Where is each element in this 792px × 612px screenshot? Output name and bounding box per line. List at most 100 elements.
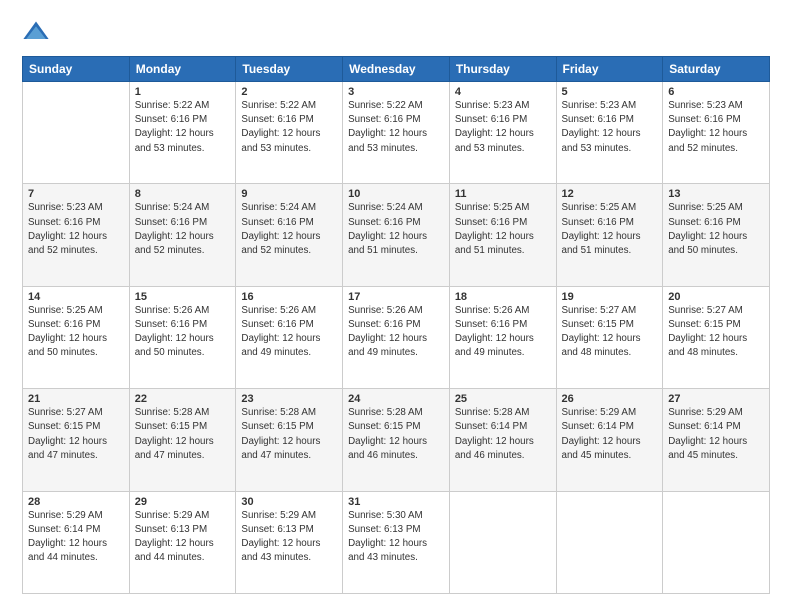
calendar-cell: 28Sunrise: 5:29 AM Sunset: 6:14 PM Dayli… (23, 491, 130, 593)
day-info: Sunrise: 5:24 AM Sunset: 6:16 PM Dayligh… (241, 201, 337, 258)
calendar-day-header: Tuesday (236, 57, 343, 82)
calendar-day-header: Wednesday (343, 57, 450, 82)
day-number: 5 (562, 86, 658, 98)
day-info: Sunrise: 5:27 AM Sunset: 6:15 PM Dayligh… (668, 304, 764, 361)
day-number: 13 (668, 188, 764, 200)
calendar-cell: 23Sunrise: 5:28 AM Sunset: 6:15 PM Dayli… (236, 389, 343, 491)
day-number: 11 (455, 188, 551, 200)
day-number: 22 (135, 393, 231, 405)
day-info: Sunrise: 5:25 AM Sunset: 6:16 PM Dayligh… (668, 201, 764, 258)
calendar-cell: 1Sunrise: 5:22 AM Sunset: 6:16 PM Daylig… (129, 82, 236, 184)
calendar-header-row: SundayMondayTuesdayWednesdayThursdayFrid… (23, 57, 770, 82)
day-info: Sunrise: 5:25 AM Sunset: 6:16 PM Dayligh… (28, 304, 124, 361)
calendar-cell: 16Sunrise: 5:26 AM Sunset: 6:16 PM Dayli… (236, 286, 343, 388)
page: SundayMondayTuesdayWednesdayThursdayFrid… (0, 0, 792, 612)
calendar-cell: 19Sunrise: 5:27 AM Sunset: 6:15 PM Dayli… (556, 286, 663, 388)
day-info: Sunrise: 5:29 AM Sunset: 6:14 PM Dayligh… (562, 406, 658, 463)
calendar-day-header: Thursday (449, 57, 556, 82)
calendar-cell: 21Sunrise: 5:27 AM Sunset: 6:15 PM Dayli… (23, 389, 130, 491)
calendar-cell: 17Sunrise: 5:26 AM Sunset: 6:16 PM Dayli… (343, 286, 450, 388)
calendar-cell: 13Sunrise: 5:25 AM Sunset: 6:16 PM Dayli… (663, 184, 770, 286)
calendar-cell: 11Sunrise: 5:25 AM Sunset: 6:16 PM Dayli… (449, 184, 556, 286)
calendar-cell: 25Sunrise: 5:28 AM Sunset: 6:14 PM Dayli… (449, 389, 556, 491)
day-info: Sunrise: 5:28 AM Sunset: 6:15 PM Dayligh… (135, 406, 231, 463)
day-info: Sunrise: 5:23 AM Sunset: 6:16 PM Dayligh… (668, 99, 764, 156)
day-number: 27 (668, 393, 764, 405)
calendar-cell (23, 82, 130, 184)
calendar-cell: 7Sunrise: 5:23 AM Sunset: 6:16 PM Daylig… (23, 184, 130, 286)
calendar-cell: 10Sunrise: 5:24 AM Sunset: 6:16 PM Dayli… (343, 184, 450, 286)
calendar-table: SundayMondayTuesdayWednesdayThursdayFrid… (22, 56, 770, 594)
day-info: Sunrise: 5:24 AM Sunset: 6:16 PM Dayligh… (348, 201, 444, 258)
day-info: Sunrise: 5:28 AM Sunset: 6:15 PM Dayligh… (348, 406, 444, 463)
day-number: 8 (135, 188, 231, 200)
day-number: 3 (348, 86, 444, 98)
day-number: 24 (348, 393, 444, 405)
day-info: Sunrise: 5:24 AM Sunset: 6:16 PM Dayligh… (135, 201, 231, 258)
day-number: 26 (562, 393, 658, 405)
calendar-cell: 14Sunrise: 5:25 AM Sunset: 6:16 PM Dayli… (23, 286, 130, 388)
calendar-week-row: 14Sunrise: 5:25 AM Sunset: 6:16 PM Dayli… (23, 286, 770, 388)
calendar-cell: 18Sunrise: 5:26 AM Sunset: 6:16 PM Dayli… (449, 286, 556, 388)
calendar-cell (663, 491, 770, 593)
day-number: 31 (348, 496, 444, 508)
day-number: 2 (241, 86, 337, 98)
day-number: 23 (241, 393, 337, 405)
calendar-week-row: 7Sunrise: 5:23 AM Sunset: 6:16 PM Daylig… (23, 184, 770, 286)
day-number: 30 (241, 496, 337, 508)
day-info: Sunrise: 5:29 AM Sunset: 6:13 PM Dayligh… (135, 509, 231, 566)
day-info: Sunrise: 5:22 AM Sunset: 6:16 PM Dayligh… (135, 99, 231, 156)
day-info: Sunrise: 5:22 AM Sunset: 6:16 PM Dayligh… (241, 99, 337, 156)
calendar-day-header: Friday (556, 57, 663, 82)
calendar-cell: 15Sunrise: 5:26 AM Sunset: 6:16 PM Dayli… (129, 286, 236, 388)
day-info: Sunrise: 5:27 AM Sunset: 6:15 PM Dayligh… (562, 304, 658, 361)
day-info: Sunrise: 5:28 AM Sunset: 6:15 PM Dayligh… (241, 406, 337, 463)
calendar-cell: 12Sunrise: 5:25 AM Sunset: 6:16 PM Dayli… (556, 184, 663, 286)
day-info: Sunrise: 5:29 AM Sunset: 6:14 PM Dayligh… (668, 406, 764, 463)
day-info: Sunrise: 5:22 AM Sunset: 6:16 PM Dayligh… (348, 99, 444, 156)
day-number: 15 (135, 291, 231, 303)
calendar-cell: 27Sunrise: 5:29 AM Sunset: 6:14 PM Dayli… (663, 389, 770, 491)
day-number: 16 (241, 291, 337, 303)
day-number: 28 (28, 496, 124, 508)
calendar-cell: 29Sunrise: 5:29 AM Sunset: 6:13 PM Dayli… (129, 491, 236, 593)
day-number: 21 (28, 393, 124, 405)
day-info: Sunrise: 5:26 AM Sunset: 6:16 PM Dayligh… (455, 304, 551, 361)
day-info: Sunrise: 5:25 AM Sunset: 6:16 PM Dayligh… (455, 201, 551, 258)
day-info: Sunrise: 5:28 AM Sunset: 6:14 PM Dayligh… (455, 406, 551, 463)
day-number: 10 (348, 188, 444, 200)
calendar-cell (556, 491, 663, 593)
calendar-cell (449, 491, 556, 593)
day-info: Sunrise: 5:30 AM Sunset: 6:13 PM Dayligh… (348, 509, 444, 566)
day-number: 4 (455, 86, 551, 98)
day-number: 7 (28, 188, 124, 200)
day-info: Sunrise: 5:23 AM Sunset: 6:16 PM Dayligh… (562, 99, 658, 156)
calendar-cell: 4Sunrise: 5:23 AM Sunset: 6:16 PM Daylig… (449, 82, 556, 184)
calendar-cell: 22Sunrise: 5:28 AM Sunset: 6:15 PM Dayli… (129, 389, 236, 491)
calendar-cell: 2Sunrise: 5:22 AM Sunset: 6:16 PM Daylig… (236, 82, 343, 184)
day-number: 6 (668, 86, 764, 98)
calendar-cell: 24Sunrise: 5:28 AM Sunset: 6:15 PM Dayli… (343, 389, 450, 491)
day-number: 12 (562, 188, 658, 200)
calendar-week-row: 1Sunrise: 5:22 AM Sunset: 6:16 PM Daylig… (23, 82, 770, 184)
day-info: Sunrise: 5:23 AM Sunset: 6:16 PM Dayligh… (28, 201, 124, 258)
day-info: Sunrise: 5:29 AM Sunset: 6:14 PM Dayligh… (28, 509, 124, 566)
day-number: 17 (348, 291, 444, 303)
header (22, 18, 770, 46)
calendar-week-row: 21Sunrise: 5:27 AM Sunset: 6:15 PM Dayli… (23, 389, 770, 491)
calendar-cell: 30Sunrise: 5:29 AM Sunset: 6:13 PM Dayli… (236, 491, 343, 593)
day-info: Sunrise: 5:26 AM Sunset: 6:16 PM Dayligh… (348, 304, 444, 361)
day-info: Sunrise: 5:26 AM Sunset: 6:16 PM Dayligh… (135, 304, 231, 361)
day-info: Sunrise: 5:26 AM Sunset: 6:16 PM Dayligh… (241, 304, 337, 361)
calendar-cell: 26Sunrise: 5:29 AM Sunset: 6:14 PM Dayli… (556, 389, 663, 491)
day-number: 25 (455, 393, 551, 405)
logo-icon (22, 18, 50, 46)
calendar-cell: 5Sunrise: 5:23 AM Sunset: 6:16 PM Daylig… (556, 82, 663, 184)
day-number: 9 (241, 188, 337, 200)
day-info: Sunrise: 5:25 AM Sunset: 6:16 PM Dayligh… (562, 201, 658, 258)
day-number: 18 (455, 291, 551, 303)
day-info: Sunrise: 5:23 AM Sunset: 6:16 PM Dayligh… (455, 99, 551, 156)
day-number: 20 (668, 291, 764, 303)
calendar-day-header: Monday (129, 57, 236, 82)
day-info: Sunrise: 5:27 AM Sunset: 6:15 PM Dayligh… (28, 406, 124, 463)
